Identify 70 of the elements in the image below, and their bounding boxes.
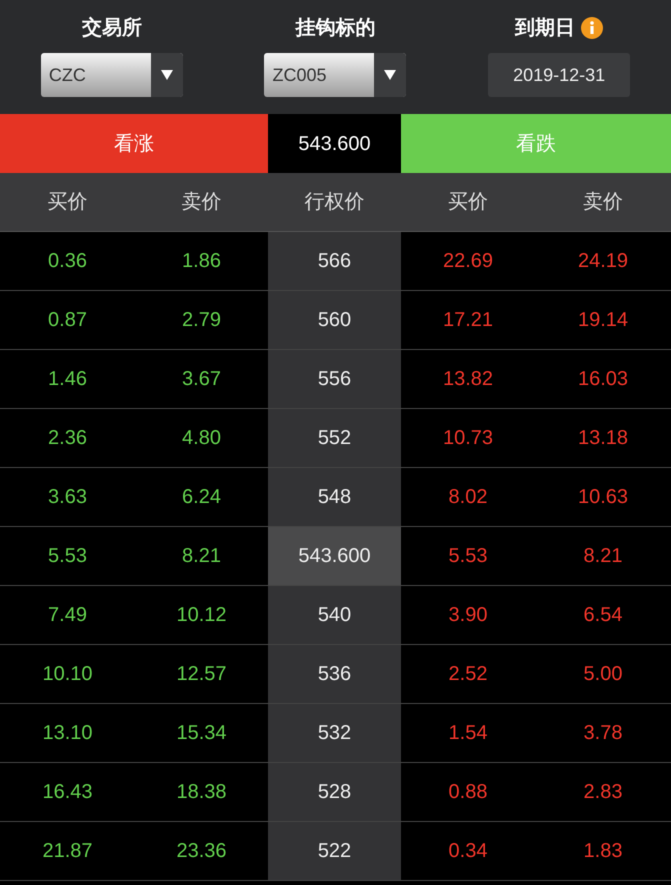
underlying-dropdown[interactable]: ZC005 bbox=[264, 53, 406, 97]
field-label: 交易所 bbox=[82, 16, 142, 41]
price-value: 5.00 bbox=[584, 662, 622, 687]
exchange-dropdown[interactable]: CZC bbox=[40, 53, 183, 97]
caret-icon bbox=[384, 70, 396, 80]
info-icon[interactable] bbox=[581, 17, 604, 39]
strike-cell: 560 bbox=[268, 291, 401, 349]
price-value: 0.88 bbox=[448, 780, 488, 805]
price-value: 10.63 bbox=[578, 485, 628, 510]
strike-cell: 536 bbox=[268, 645, 401, 703]
strike-cell: 552 bbox=[268, 409, 401, 467]
price-value: 17.21 bbox=[442, 308, 494, 333]
price-value: 1.86 bbox=[182, 249, 221, 274]
price-value: 21.87 bbox=[42, 839, 93, 864]
price-value: 7.49 bbox=[48, 603, 87, 628]
strike-cell: 522 bbox=[268, 822, 401, 880]
price-value: 6.24 bbox=[182, 485, 221, 510]
price-value: 22.69 bbox=[442, 249, 494, 274]
call-tab[interactable]: 看涨 bbox=[0, 114, 268, 173]
price-value: 0.34 bbox=[448, 839, 488, 864]
price-value: 1.46 bbox=[48, 367, 87, 392]
price-value: 1.54 bbox=[448, 721, 488, 746]
column-header: 卖价 bbox=[182, 190, 222, 215]
price-value: 2.83 bbox=[584, 780, 622, 805]
price-value: 8.02 bbox=[448, 485, 488, 510]
price-value: 5.53 bbox=[448, 544, 488, 569]
price-value: 13.18 bbox=[578, 426, 628, 451]
price-value: 10.10 bbox=[42, 662, 93, 687]
price-value: 15.34 bbox=[176, 721, 227, 746]
column-header: 买价 bbox=[48, 190, 88, 215]
price-value: 2.36 bbox=[48, 426, 87, 451]
price-value: 2.52 bbox=[448, 662, 488, 687]
price-value: 13.82 bbox=[442, 367, 494, 392]
price-value: 3.67 bbox=[182, 367, 221, 392]
strike-cell: 566 bbox=[268, 232, 401, 290]
price-value: 0.87 bbox=[48, 308, 87, 333]
strike-cell: 532 bbox=[268, 704, 401, 762]
price-value: 16.43 bbox=[42, 780, 93, 805]
expiry-date-field[interactable]: 2019-12-31 bbox=[488, 53, 630, 97]
price-value: 5.53 bbox=[48, 544, 87, 569]
strike-cell: 540 bbox=[268, 586, 401, 644]
column-header: 行权价 bbox=[304, 190, 364, 215]
price-value: 18.38 bbox=[176, 780, 227, 805]
price-value: 3.90 bbox=[448, 603, 488, 628]
price-value: 10.73 bbox=[442, 426, 494, 451]
price-value: 4.80 bbox=[182, 426, 221, 451]
price-value: 6.54 bbox=[584, 603, 622, 628]
field-label: 挂钩标的 bbox=[295, 16, 376, 41]
price-value: 1.83 bbox=[584, 839, 622, 864]
price-value: 10.12 bbox=[176, 603, 227, 628]
field-label: 到期日 bbox=[515, 16, 576, 41]
price-value: 23.36 bbox=[176, 839, 227, 864]
strike-cell: 528 bbox=[268, 763, 401, 821]
price-value: 0.36 bbox=[48, 249, 87, 274]
price-value: 24.19 bbox=[578, 249, 628, 274]
price-value: 3.78 bbox=[584, 721, 622, 746]
caret-icon bbox=[160, 70, 173, 80]
strike-cell: 556 bbox=[268, 350, 401, 408]
price-value: 19.14 bbox=[578, 308, 628, 333]
price-value: 16.03 bbox=[578, 367, 628, 392]
column-header: 卖价 bbox=[583, 190, 623, 215]
price-value: 8.21 bbox=[584, 544, 622, 569]
column-header: 买价 bbox=[448, 190, 488, 215]
price-value: 2.79 bbox=[182, 308, 221, 333]
strike-cell: 548 bbox=[268, 468, 401, 526]
strike-cell: 543.600 bbox=[268, 527, 401, 585]
price-value: 13.10 bbox=[42, 721, 93, 746]
price-value: 8.21 bbox=[182, 544, 221, 569]
price-value: 12.57 bbox=[176, 662, 227, 687]
price-value: 3.63 bbox=[48, 485, 87, 510]
